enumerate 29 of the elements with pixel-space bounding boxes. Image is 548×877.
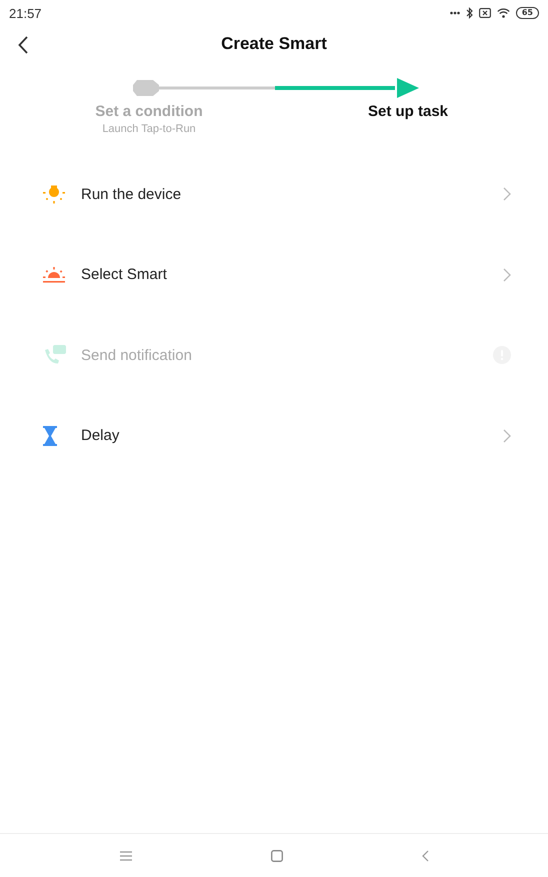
action-label: Select Smart bbox=[81, 266, 168, 284]
hourglass-icon bbox=[43, 426, 57, 446]
action-label: Run the device bbox=[81, 186, 182, 203]
battery-indicator: 65 bbox=[516, 7, 539, 19]
step-label: Set a condition bbox=[95, 103, 203, 120]
back-chevron-icon bbox=[18, 36, 28, 54]
step-sublabel: Launch Tap-to-Run bbox=[102, 123, 196, 135]
sim-x-icon bbox=[478, 8, 491, 18]
action-label: Send notification bbox=[81, 346, 193, 364]
lightbulb-icon bbox=[43, 184, 65, 204]
chevron-right-icon bbox=[503, 187, 511, 202]
action-item[interactable]: Run the device bbox=[0, 154, 548, 234]
wifi-icon bbox=[496, 8, 510, 18]
menu-icon[interactable] bbox=[120, 850, 132, 860]
home-square-icon[interactable] bbox=[270, 850, 282, 862]
action-item[interactable]: Delay bbox=[0, 396, 548, 476]
chevron-right-icon bbox=[503, 428, 511, 443]
sunrise-icon bbox=[43, 266, 65, 283]
back-icon[interactable] bbox=[422, 850, 428, 862]
bluetooth-icon bbox=[466, 7, 473, 19]
phone-message-icon bbox=[43, 345, 66, 366]
action-label: Delay bbox=[81, 427, 120, 444]
back-button[interactable] bbox=[16, 34, 30, 56]
status-time: 21:57 bbox=[9, 6, 42, 20]
page-title: Create Smart bbox=[221, 34, 327, 54]
chevron-right-icon bbox=[503, 268, 511, 282]
action-item[interactable]: Select Smart bbox=[0, 234, 548, 315]
step-label: Set up task bbox=[368, 103, 448, 120]
more-dots-icon bbox=[450, 11, 460, 15]
